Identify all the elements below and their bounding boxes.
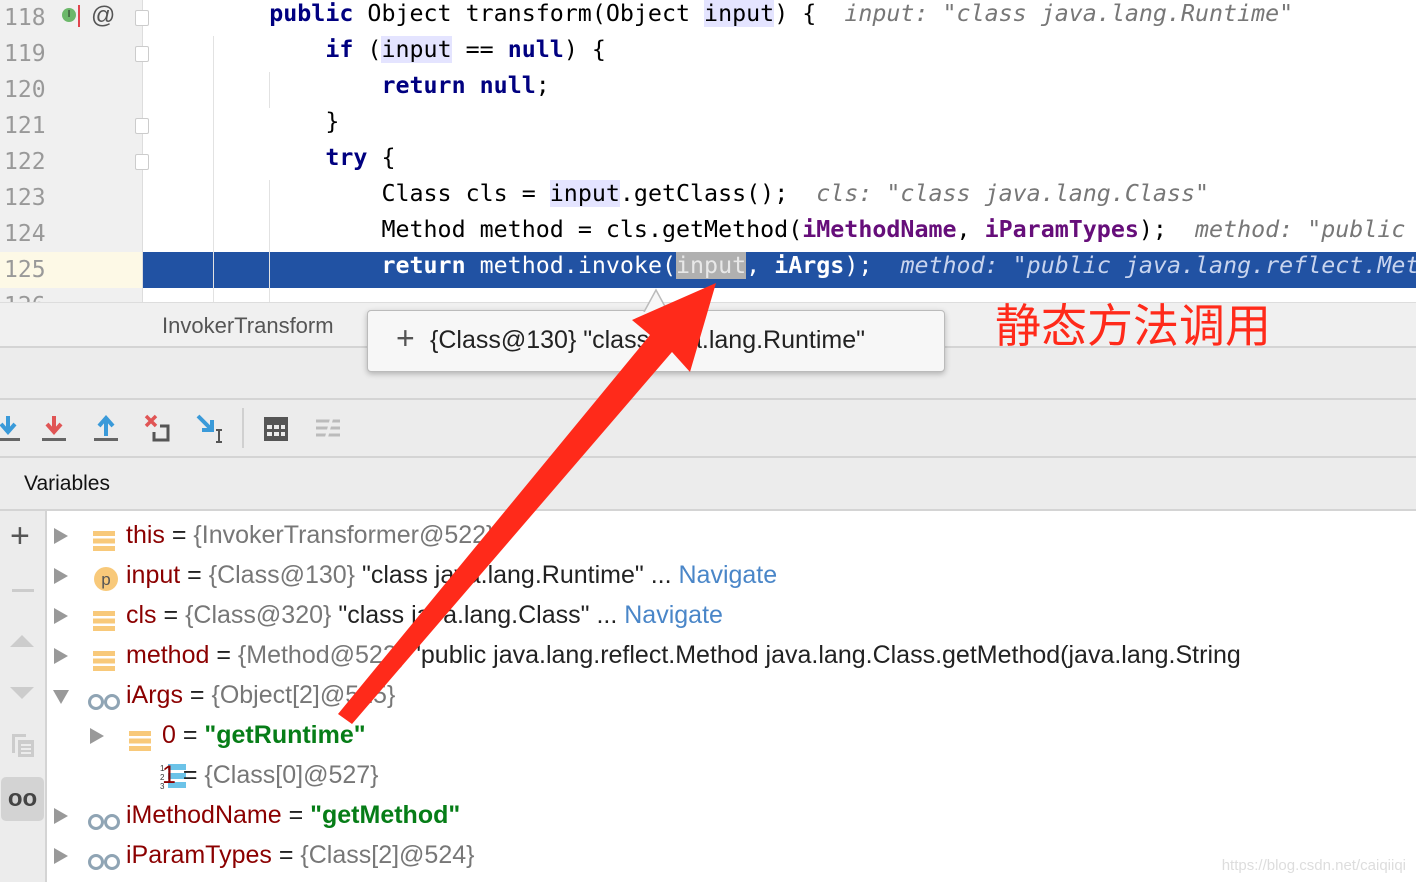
watermark: https://blog.csdn.net/caiqiiqi bbox=[1221, 857, 1406, 874]
annotation-text: 静态方法调用 bbox=[995, 300, 1271, 352]
red-arrow-annotation bbox=[338, 283, 716, 724]
